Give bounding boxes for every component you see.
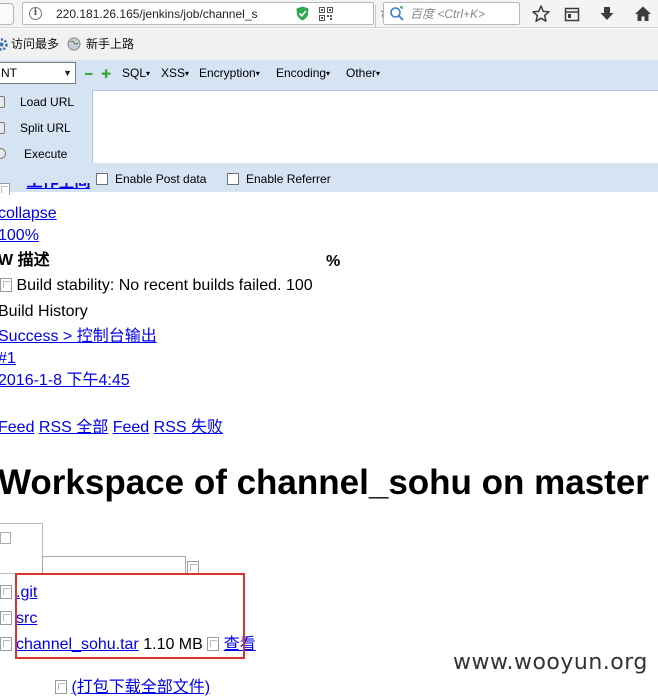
qr-code-icon[interactable] <box>319 7 333 21</box>
hackbar-menu-xss[interactable]: XSS▾ <box>161 66 189 81</box>
plus-icon[interactable]: ✚ <box>101 68 111 80</box>
build-date-link[interactable]: 2016-1-8 下午4:45 <box>0 371 130 391</box>
split-url-icon <box>0 122 5 134</box>
health-header-percent: % <box>326 253 341 270</box>
build-history-heading: Build History <box>0 303 88 320</box>
workspace-image-placeholder <box>0 523 43 574</box>
highlight-annotation-box <box>15 573 245 659</box>
back-button[interactable] <box>0 3 14 25</box>
search-engine-icon[interactable] <box>389 6 405 22</box>
watermark: www.wooyun.org <box>453 650 648 675</box>
folder-icon <box>0 585 12 599</box>
health-description: Build stability: No recent builds failed… <box>16 277 282 294</box>
folder-icon <box>0 611 12 625</box>
rss-failed-link[interactable]: RSS 失败 <box>154 419 223 436</box>
bookmark-most-visited[interactable]: 访问最多 <box>11 37 59 52</box>
home-icon[interactable] <box>633 4 653 24</box>
health-header: W 描述 <box>0 252 50 269</box>
download-all-row: (打包下载全部文件) <box>55 678 210 698</box>
url-text[interactable]: 220.181.26.165/jenkins/job/channel_s <box>56 6 258 22</box>
search-placeholder: 百度 <Ctrl+K> <box>410 7 486 21</box>
download-icon[interactable] <box>597 4 617 24</box>
enable-referrer-checkbox[interactable]: Enable Referrer <box>227 172 331 186</box>
hackbar-encoding-select[interactable]: NT ▼ <box>0 62 76 84</box>
zip-icon <box>55 680 67 694</box>
url-bar[interactable]: i 220.181.26.165/jenkins/job/channel_s ↻ <box>22 2 393 28</box>
build-status-link[interactable]: Success > 控制台输出 <box>0 327 157 347</box>
execute-button[interactable]: Execute <box>0 142 92 166</box>
feed-links: Feed RSS 全部 Feed RSS 失败 <box>0 418 223 438</box>
chevron-down-icon: ▼ <box>63 68 72 78</box>
zoom-link[interactable]: 100% <box>0 226 39 246</box>
hackbar-url-textarea[interactable] <box>92 90 658 163</box>
enable-post-data-checkbox[interactable]: Enable Post data <box>96 172 206 186</box>
download-all-link[interactable]: (打包下载全部文件) <box>71 679 210 696</box>
file-icon <box>0 637 12 651</box>
broken-image-icon <box>0 183 10 195</box>
hackbar-select-value: NT <box>1 66 17 80</box>
hackbar-menu-encryption[interactable]: Encryption▾ <box>199 66 260 81</box>
execute-icon <box>0 148 6 159</box>
workspace-path-input[interactable] <box>42 556 186 574</box>
hackbar-panel: NT ▼ ━ ✚ SQL▾ XSS▾ Encryption▾ Encoding▾… <box>0 60 658 192</box>
gear-icon <box>0 38 8 51</box>
bookmarks-toolbar: 访问最多 新手上路 <box>0 29 658 60</box>
hackbar-menu-other[interactable]: Other▾ <box>346 66 380 81</box>
health-percent: 100 <box>285 277 313 294</box>
browser-navbar: i 220.181.26.165/jenkins/job/channel_s ↻… <box>0 0 658 28</box>
globe-icon <box>67 37 81 51</box>
feed-all-link[interactable]: Feed <box>0 419 34 436</box>
build-number-link[interactable]: #1 <box>0 349 16 369</box>
bookmark-star-icon[interactable] <box>531 4 551 24</box>
feed-failed-link[interactable]: Feed <box>113 419 149 436</box>
broken-image-icon <box>0 532 11 544</box>
rss-all-link[interactable]: RSS 全部 <box>39 419 108 436</box>
minus-icon[interactable]: ━ <box>85 68 92 80</box>
hackbar-actions: Load URL Split URL Execute <box>0 90 92 192</box>
hackbar-menu-encoding[interactable]: Encoding▾ <box>276 66 330 81</box>
split-url-button[interactable]: Split URL <box>0 116 92 140</box>
bookmark-getting-started[interactable]: 新手上路 <box>86 37 134 52</box>
load-url-icon <box>0 96 5 108</box>
info-icon[interactable]: i <box>29 7 42 20</box>
load-url-button[interactable]: Load URL <box>0 90 92 114</box>
search-bar[interactable]: 百度 <Ctrl+K> <box>383 2 520 25</box>
hackbar-menu-sql[interactable]: SQL▾ <box>122 66 150 81</box>
health-row: Build stability: No recent builds failed… <box>0 276 313 296</box>
bookmarks-library-icon[interactable] <box>562 4 582 24</box>
weather-icon <box>0 278 12 292</box>
shield-icon[interactable] <box>296 6 309 21</box>
workspace-title: Workspace of channel_sohu on master <box>0 463 649 502</box>
workspace-nav-link-partial[interactable]: 工作空间 <box>0 183 90 195</box>
collapse-link[interactable]: collapse <box>0 204 57 224</box>
